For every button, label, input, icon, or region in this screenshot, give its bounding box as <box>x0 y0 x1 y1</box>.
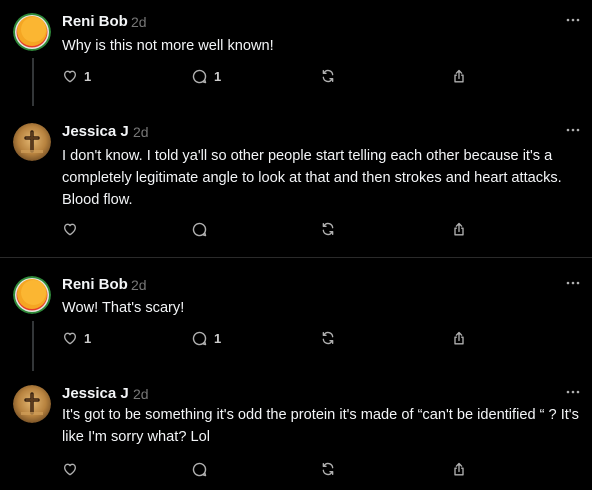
comment-icon <box>192 462 207 476</box>
ellipsis-icon <box>566 18 580 22</box>
repost-icon <box>322 222 334 236</box>
post-text: Wow! That's scary! <box>62 300 185 316</box>
avatar[interactable] <box>13 13 51 51</box>
like-button[interactable] <box>62 219 84 239</box>
share-icon <box>454 462 464 475</box>
reply-button[interactable] <box>191 219 214 239</box>
more-options-button[interactable] <box>566 128 580 134</box>
heart-icon <box>64 463 76 476</box>
like-button[interactable]: 1 <box>62 66 91 86</box>
author-name[interactable]: Reni Bob <box>62 13 128 30</box>
post-time: 2d <box>133 386 149 402</box>
repost-button[interactable] <box>320 328 336 348</box>
share-button[interactable] <box>451 66 467 86</box>
post-actions: 1 1 <box>62 328 482 348</box>
ellipsis-icon <box>566 390 580 394</box>
author-name[interactable]: Jessica J <box>62 123 129 140</box>
more-options-button[interactable] <box>566 281 580 287</box>
repost-button[interactable] <box>320 459 336 479</box>
like-count: 1 <box>84 68 92 84</box>
avatar[interactable] <box>13 123 51 161</box>
reply-count: 1 <box>214 330 222 346</box>
more-options-button[interactable] <box>566 18 580 24</box>
post-text: I don't know. I told ya'll so other peop… <box>62 148 562 208</box>
avatar[interactable] <box>13 276 51 314</box>
heart-icon <box>64 332 76 345</box>
comment-icon <box>192 69 207 83</box>
author-name[interactable]: Jessica J <box>62 385 129 402</box>
like-button[interactable] <box>62 459 84 479</box>
post-actions <box>62 459 482 479</box>
share-button[interactable] <box>451 219 467 239</box>
like-count: 1 <box>84 330 92 346</box>
reply-count: 1 <box>214 68 222 84</box>
like-button[interactable]: 1 <box>62 328 91 348</box>
post-actions: 1 1 <box>62 66 482 86</box>
comment-icon <box>192 222 207 236</box>
repost-icon <box>322 69 334 83</box>
post-4: Jessica J 2d It's got to be something it… <box>0 375 592 490</box>
share-icon <box>454 222 464 235</box>
avatar[interactable] <box>13 385 51 423</box>
post-text: It's got to be something it's odd the pr… <box>62 407 579 445</box>
share-icon <box>454 69 464 82</box>
ellipsis-icon <box>566 128 580 132</box>
more-options-button[interactable] <box>566 390 580 396</box>
reply-button[interactable]: 1 <box>191 328 221 348</box>
orange-circle-avatar-icon <box>13 13 51 51</box>
thread-line <box>32 321 34 371</box>
repost-button[interactable] <box>320 66 336 86</box>
ellipsis-icon <box>566 281 580 285</box>
post-2: Jessica J 2d I don't know. I told ya'll … <box>0 110 592 258</box>
thread-line <box>32 58 34 106</box>
reply-button[interactable] <box>191 459 214 479</box>
orange-circle-avatar-icon <box>13 276 51 314</box>
cross-photo-avatar-icon <box>13 385 51 423</box>
share-button[interactable] <box>451 328 467 348</box>
post-actions <box>62 219 482 239</box>
post-1: Reni Bob 2d Why is this not more well kn… <box>0 0 592 110</box>
post-divider <box>0 257 592 258</box>
repost-icon <box>322 462 334 476</box>
share-icon <box>454 331 464 344</box>
post-3: Reni Bob 2d Wow! That's scary! 1 1 <box>0 265 592 375</box>
heart-icon <box>64 70 76 83</box>
post-time: 2d <box>133 124 149 140</box>
cross-photo-avatar-icon <box>13 123 51 161</box>
repost-button[interactable] <box>320 219 336 239</box>
share-button[interactable] <box>451 459 467 479</box>
repost-icon <box>322 331 334 345</box>
post-text: Why is this not more well known! <box>62 38 274 54</box>
comment-icon <box>192 331 207 345</box>
reply-button[interactable]: 1 <box>191 66 221 86</box>
post-time: 2d <box>131 277 147 293</box>
heart-icon <box>64 223 76 236</box>
post-time: 2d <box>131 14 147 30</box>
author-name[interactable]: Reni Bob <box>62 276 128 293</box>
